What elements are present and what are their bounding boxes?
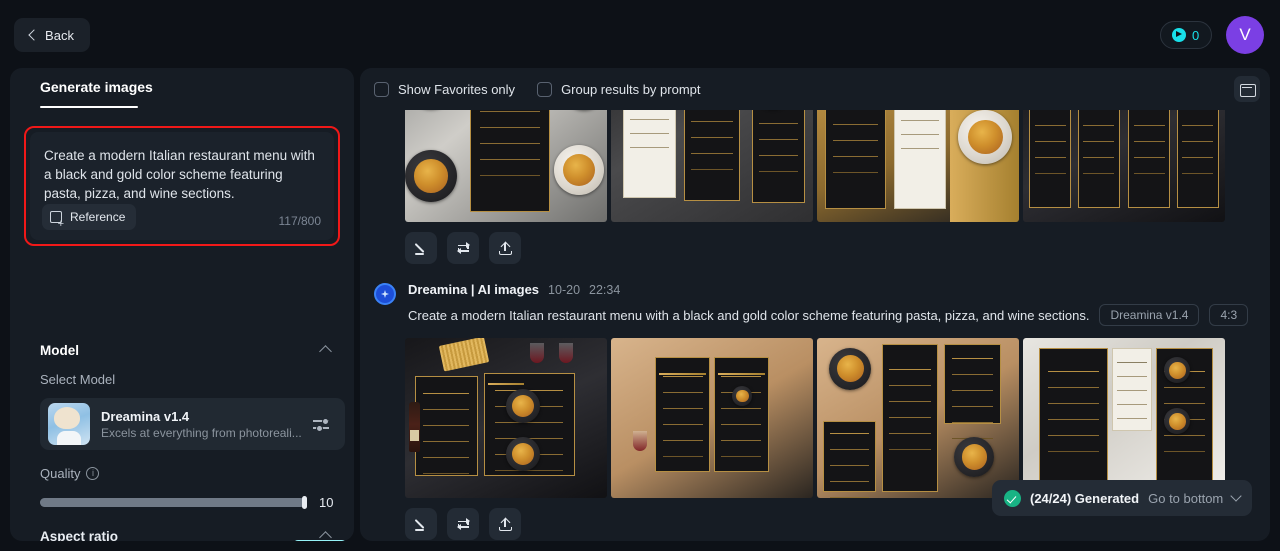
aspect-ratio-chip[interactable]: 4:3 bbox=[1209, 304, 1249, 326]
prompt-highlight-box: Create a modern Italian restaurant menu … bbox=[24, 126, 340, 246]
info-icon[interactable]: i bbox=[86, 467, 100, 480]
quality-slider-handle[interactable] bbox=[302, 496, 307, 509]
model-meta: Dreamina v1.4 Excels at everything from … bbox=[101, 409, 313, 440]
upload-icon bbox=[498, 517, 513, 532]
generated-image[interactable] bbox=[611, 110, 813, 222]
pencil-icon bbox=[414, 241, 429, 256]
chevron-down-icon[interactable] bbox=[1230, 490, 1242, 502]
chevron-up-icon[interactable] bbox=[319, 345, 332, 358]
quality-slider-fill bbox=[40, 498, 305, 507]
share-button[interactable] bbox=[489, 508, 521, 540]
model-thumbnail bbox=[48, 403, 90, 445]
favorites-filter[interactable]: Show Favorites only bbox=[374, 81, 516, 97]
group-checkbox[interactable] bbox=[537, 81, 553, 97]
generation-meta: Dreamina | AI images 10-20 22:34 bbox=[374, 282, 1270, 297]
credit-coin-icon bbox=[1172, 28, 1186, 42]
results-filter-bar: Show Favorites only Group results by pro… bbox=[360, 68, 1270, 110]
back-button[interactable]: Back bbox=[14, 18, 90, 52]
credits-value: 0 bbox=[1192, 27, 1200, 43]
generation-source: Dreamina | AI images bbox=[408, 282, 540, 297]
tab-generate-images[interactable]: Generate images bbox=[40, 79, 153, 104]
quality-slider-row: 10 bbox=[40, 495, 345, 510]
aspect-ratio-section-header[interactable]: Aspect ratio bbox=[40, 527, 332, 542]
image-row-current bbox=[360, 338, 1270, 498]
regenerate-button[interactable] bbox=[447, 232, 479, 264]
tab-active-indicator bbox=[40, 106, 138, 108]
generation-date: 10-20 bbox=[548, 283, 581, 297]
quality-label-row: Quality i bbox=[40, 466, 100, 481]
group-filter[interactable]: Group results by prompt bbox=[537, 81, 701, 97]
favorites-checkbox[interactable] bbox=[374, 81, 389, 97]
generated-image[interactable] bbox=[1023, 110, 1225, 222]
select-model-label: Select Model bbox=[40, 372, 116, 387]
favorites-label: Show Favorites only bbox=[398, 81, 516, 97]
avatar-initial: V bbox=[1239, 25, 1251, 44]
generated-image[interactable] bbox=[817, 338, 1019, 498]
success-check-icon bbox=[1004, 489, 1021, 507]
generation-prompt-row: Create a modern Italian restaurant menu … bbox=[374, 304, 1270, 326]
character-counter: 117/800 bbox=[278, 214, 322, 228]
generation-prompt: Create a modern Italian restaurant menu … bbox=[408, 307, 1090, 323]
back-button-label: Back bbox=[45, 27, 74, 43]
reference-label: Reference bbox=[70, 210, 126, 224]
pencil-icon bbox=[414, 517, 429, 532]
generation-time: 22:34 bbox=[589, 283, 621, 297]
model-section-header[interactable]: Model bbox=[40, 341, 332, 359]
quality-slider[interactable] bbox=[40, 496, 307, 509]
generated-image[interactable] bbox=[1023, 338, 1225, 498]
image-actions-previous bbox=[360, 232, 1270, 264]
avatar[interactable]: V bbox=[1226, 16, 1264, 54]
loop-icon bbox=[456, 517, 471, 532]
edit-button[interactable] bbox=[405, 508, 437, 540]
chevron-left-icon bbox=[28, 29, 40, 41]
generated-image[interactable] bbox=[405, 338, 607, 498]
quality-label: Quality bbox=[40, 466, 81, 481]
generated-image[interactable] bbox=[405, 110, 607, 222]
credits-badge[interactable]: 0 bbox=[1160, 21, 1212, 49]
generation-status-text: (24/24) Generated bbox=[1030, 490, 1140, 506]
go-to-bottom-button[interactable]: Go to bottom bbox=[1148, 491, 1223, 506]
upload-icon bbox=[498, 241, 513, 256]
results-scroll-area[interactable]: Dreamina | AI images 10-20 22:34 Create … bbox=[360, 110, 1270, 541]
edit-button[interactable] bbox=[405, 232, 437, 264]
model-card[interactable]: Dreamina v1.4 Excels at everything from … bbox=[40, 398, 345, 450]
model-section-title: Model bbox=[40, 342, 79, 358]
generation-sidebar: Generate images Create a modern Italian … bbox=[10, 68, 354, 541]
quality-value: 10 bbox=[319, 495, 334, 510]
generation-status-pill: (24/24) Generated Go to bottom bbox=[992, 480, 1253, 516]
generated-image[interactable] bbox=[611, 338, 813, 498]
group-label: Group results by prompt bbox=[561, 81, 701, 97]
try-free-badge[interactable]: Try free bbox=[293, 540, 347, 541]
model-description: Excels at everything from photoreali... bbox=[101, 425, 302, 440]
add-image-icon bbox=[50, 210, 64, 229]
model-settings-icon[interactable] bbox=[313, 415, 331, 433]
sidebar-tabs: Generate images bbox=[10, 68, 354, 112]
generated-image[interactable] bbox=[817, 110, 1019, 222]
results-panel: Show Favorites only Group results by pro… bbox=[360, 68, 1270, 541]
folder-button[interactable] bbox=[1234, 76, 1260, 102]
folder-icon bbox=[1240, 83, 1256, 97]
loop-icon bbox=[456, 241, 471, 256]
prompt-text: Create a modern Italian restaurant menu … bbox=[44, 148, 315, 201]
top-bar: Back 0 V bbox=[0, 0, 1280, 70]
image-row-previous bbox=[360, 110, 1270, 222]
share-button[interactable] bbox=[489, 232, 521, 264]
prompt-input[interactable]: Create a modern Italian restaurant menu … bbox=[30, 132, 334, 240]
dreamina-logo-icon bbox=[374, 283, 396, 305]
model-chip[interactable]: Dreamina v1.4 bbox=[1099, 304, 1200, 326]
aspect-ratio-title: Aspect ratio bbox=[40, 528, 119, 542]
model-name: Dreamina v1.4 bbox=[101, 408, 190, 424]
regenerate-button[interactable] bbox=[447, 508, 479, 540]
reference-button[interactable]: Reference bbox=[42, 204, 137, 230]
generation-header: Dreamina | AI images 10-20 22:34 Create … bbox=[360, 282, 1270, 326]
